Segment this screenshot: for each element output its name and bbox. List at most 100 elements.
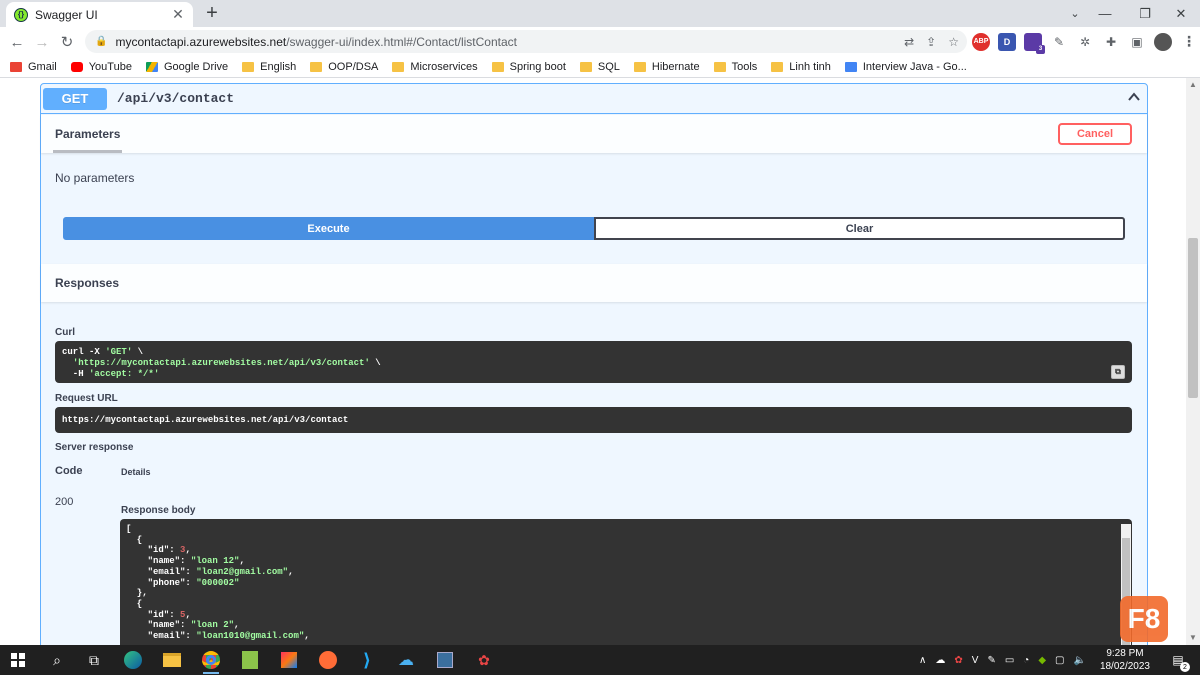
execute-button[interactable]: Execute: [63, 217, 594, 240]
clock-date: 18/02/2023: [1099, 661, 1150, 672]
bookmark-interview-java[interactable]: Interview Java - Go...: [844, 61, 967, 73]
vivaldi-icon[interactable]: V: [972, 655, 979, 666]
bookmark-gmail[interactable]: Gmail: [10, 61, 57, 73]
intellij-icon[interactable]: [277, 648, 301, 672]
bookmark-google-drive[interactable]: Google Drive: [145, 61, 228, 73]
forward-button[interactable]: →: [29, 29, 55, 55]
scroll-up-arrow-icon[interactable]: ▲: [1186, 78, 1200, 92]
docs-icon: [844, 61, 857, 72]
folder-icon: [491, 61, 504, 72]
swagger-icon: {}: [14, 7, 28, 22]
response-body-label: Response body: [121, 505, 196, 516]
server-response-label: Server response: [55, 442, 134, 453]
chrome-icon[interactable]: [199, 648, 223, 674]
close-window-button[interactable]: ✕: [1162, 0, 1200, 27]
search-icon[interactable]: ⌕: [45, 648, 69, 672]
folder-icon: [242, 61, 255, 72]
bookmark-oop-dsa[interactable]: OOP/DSA: [310, 61, 378, 73]
curl-label: Curl: [55, 327, 75, 338]
taskbar-clock[interactable]: 9:28 PM 18/02/2023: [1100, 647, 1150, 673]
bookmark-youtube[interactable]: YouTube: [70, 61, 132, 73]
tab-search-chevron-icon[interactable]: ⌄: [1066, 2, 1084, 24]
collapse-chevron-icon[interactable]: [1125, 90, 1143, 108]
bookmark-hibernate[interactable]: Hibernate: [633, 61, 700, 73]
bookmark-english[interactable]: English: [242, 61, 296, 73]
tab-parameters[interactable]: Parameters: [52, 115, 123, 153]
notepad-plus-icon[interactable]: [238, 648, 262, 672]
maximize-button[interactable]: ❐: [1126, 0, 1164, 27]
show-hidden-icons-chevron-icon[interactable]: ∧: [919, 655, 926, 666]
minimize-button[interactable]: —: [1086, 0, 1124, 27]
share-icon[interactable]: ⇪: [926, 35, 936, 49]
cancel-button[interactable]: Cancel: [1058, 123, 1132, 145]
request-url-value: https://mycontactapi.azurewebsites.net/a…: [62, 415, 349, 425]
browser-tab-swagger[interactable]: {} Swagger UI ✕: [6, 2, 193, 27]
windows-start-icon[interactable]: [6, 648, 30, 672]
dbeaver-icon[interactable]: ✿: [472, 648, 496, 672]
bug-icon[interactable]: ✲: [1076, 33, 1094, 51]
operation-summary[interactable]: GET /api/v3/contact: [41, 84, 1147, 114]
bookmark-star-icon[interactable]: ☆: [948, 35, 959, 49]
reload-button[interactable]: ↻: [54, 29, 80, 55]
bookmarks-bar: Gmail YouTube Google Drive English OOP/D…: [0, 56, 1200, 78]
app-tray-icon[interactable]: ✿: [954, 655, 962, 666]
system-tray: ∧ ☁ ✿ V ✎ ▭ ◔ ◆ ▢ 🔈 9:28 PM 18/02/2023 ▤…: [919, 645, 1200, 675]
curl-code-block[interactable]: curl -X 'GET' \ 'https://mycontactapi.az…: [55, 341, 1132, 383]
back-button[interactable]: ←: [4, 29, 30, 55]
postman-icon[interactable]: [316, 648, 340, 672]
folder-icon: [579, 61, 592, 72]
operation-path: /api/v3/contact: [117, 91, 235, 106]
new-tab-button[interactable]: +: [201, 2, 223, 24]
operation-block-get-contact: GET /api/v3/contact Parameters Cancel No…: [40, 83, 1148, 645]
translate-icon[interactable]: ⇄: [904, 35, 914, 49]
copy-to-clipboard-icon[interactable]: ⧉: [1111, 365, 1125, 379]
network-icon[interactable]: ◔: [1023, 655, 1029, 666]
lock-icon[interactable]: 🔒: [95, 36, 107, 47]
side-panel-icon[interactable]: ▣: [1128, 33, 1146, 51]
gmail-icon: [10, 61, 22, 72]
extensions-puzzle-icon[interactable]: ✚: [1102, 33, 1120, 51]
nvidia-icon[interactable]: ◆: [1038, 655, 1046, 666]
no-parameters-text: No parameters: [55, 171, 135, 185]
folder-icon: [771, 61, 784, 72]
clear-button[interactable]: Clear: [594, 217, 1125, 240]
task-view-icon[interactable]: ⧉: [82, 648, 106, 672]
bookmark-spring-boot[interactable]: Spring boot: [491, 61, 566, 73]
volume-icon[interactable]: 🔈: [1073, 655, 1085, 666]
url-path: /swagger-ui/index.html#/Contact/listCont…: [286, 34, 517, 49]
request-url-label: Request URL: [55, 393, 118, 404]
profile-avatar[interactable]: [1154, 32, 1172, 51]
bookmark-tools[interactable]: Tools: [713, 61, 757, 73]
page-scroll-thumb[interactable]: [1188, 238, 1198, 398]
folder-icon: [310, 61, 323, 72]
battery-icon[interactable]: ▭: [1005, 655, 1014, 666]
execute-button-group: Execute Clear: [63, 217, 1125, 240]
dashlane-icon[interactable]: D: [998, 32, 1016, 51]
cloud-app-icon[interactable]: ☁: [394, 648, 418, 672]
responses-title: Responses: [55, 276, 120, 290]
bookmark-sql[interactable]: SQL: [579, 61, 620, 73]
menu-kebab-icon[interactable]: ⋮: [1180, 33, 1198, 51]
eyedropper-icon[interactable]: ✎: [1050, 33, 1068, 51]
adblock-icon[interactable]: ABP: [972, 32, 990, 51]
edge-icon[interactable]: [121, 648, 145, 672]
response-body-code[interactable]: [ { "id": 3, "name": "loan 12", "email":…: [120, 519, 1132, 645]
pen-icon[interactable]: ✎: [987, 655, 995, 666]
display-icon[interactable]: ▢: [1055, 655, 1064, 666]
scroll-down-arrow-icon[interactable]: ▼: [1186, 631, 1200, 645]
notification-center-icon[interactable]: ▤ 2: [1168, 650, 1190, 672]
response-status-code: 200: [55, 496, 74, 508]
address-bar[interactable]: 🔒 mycontactapi.azurewebsites.net/swagger…: [85, 30, 967, 53]
bookmark-microservices[interactable]: Microservices: [392, 61, 478, 73]
sql-server-icon[interactable]: [433, 648, 457, 672]
file-explorer-icon[interactable]: [160, 648, 184, 672]
page-scrollbar[interactable]: ▲ ▼: [1186, 78, 1200, 645]
bookmark-linh-tinh[interactable]: Linh tinh: [771, 61, 831, 73]
onedrive-icon[interactable]: ☁: [935, 655, 945, 666]
browser-tab-strip: {} Swagger UI ✕ + ⌄ — ❐ ✕: [0, 0, 1200, 27]
request-url-box: https://mycontactapi.azurewebsites.net/a…: [55, 407, 1132, 433]
close-tab-icon[interactable]: ✕: [171, 6, 185, 23]
vscode-icon[interactable]: ⟩: [355, 648, 379, 672]
extension-badge-icon[interactable]: 3: [1024, 32, 1045, 54]
folder-icon: [392, 61, 405, 72]
